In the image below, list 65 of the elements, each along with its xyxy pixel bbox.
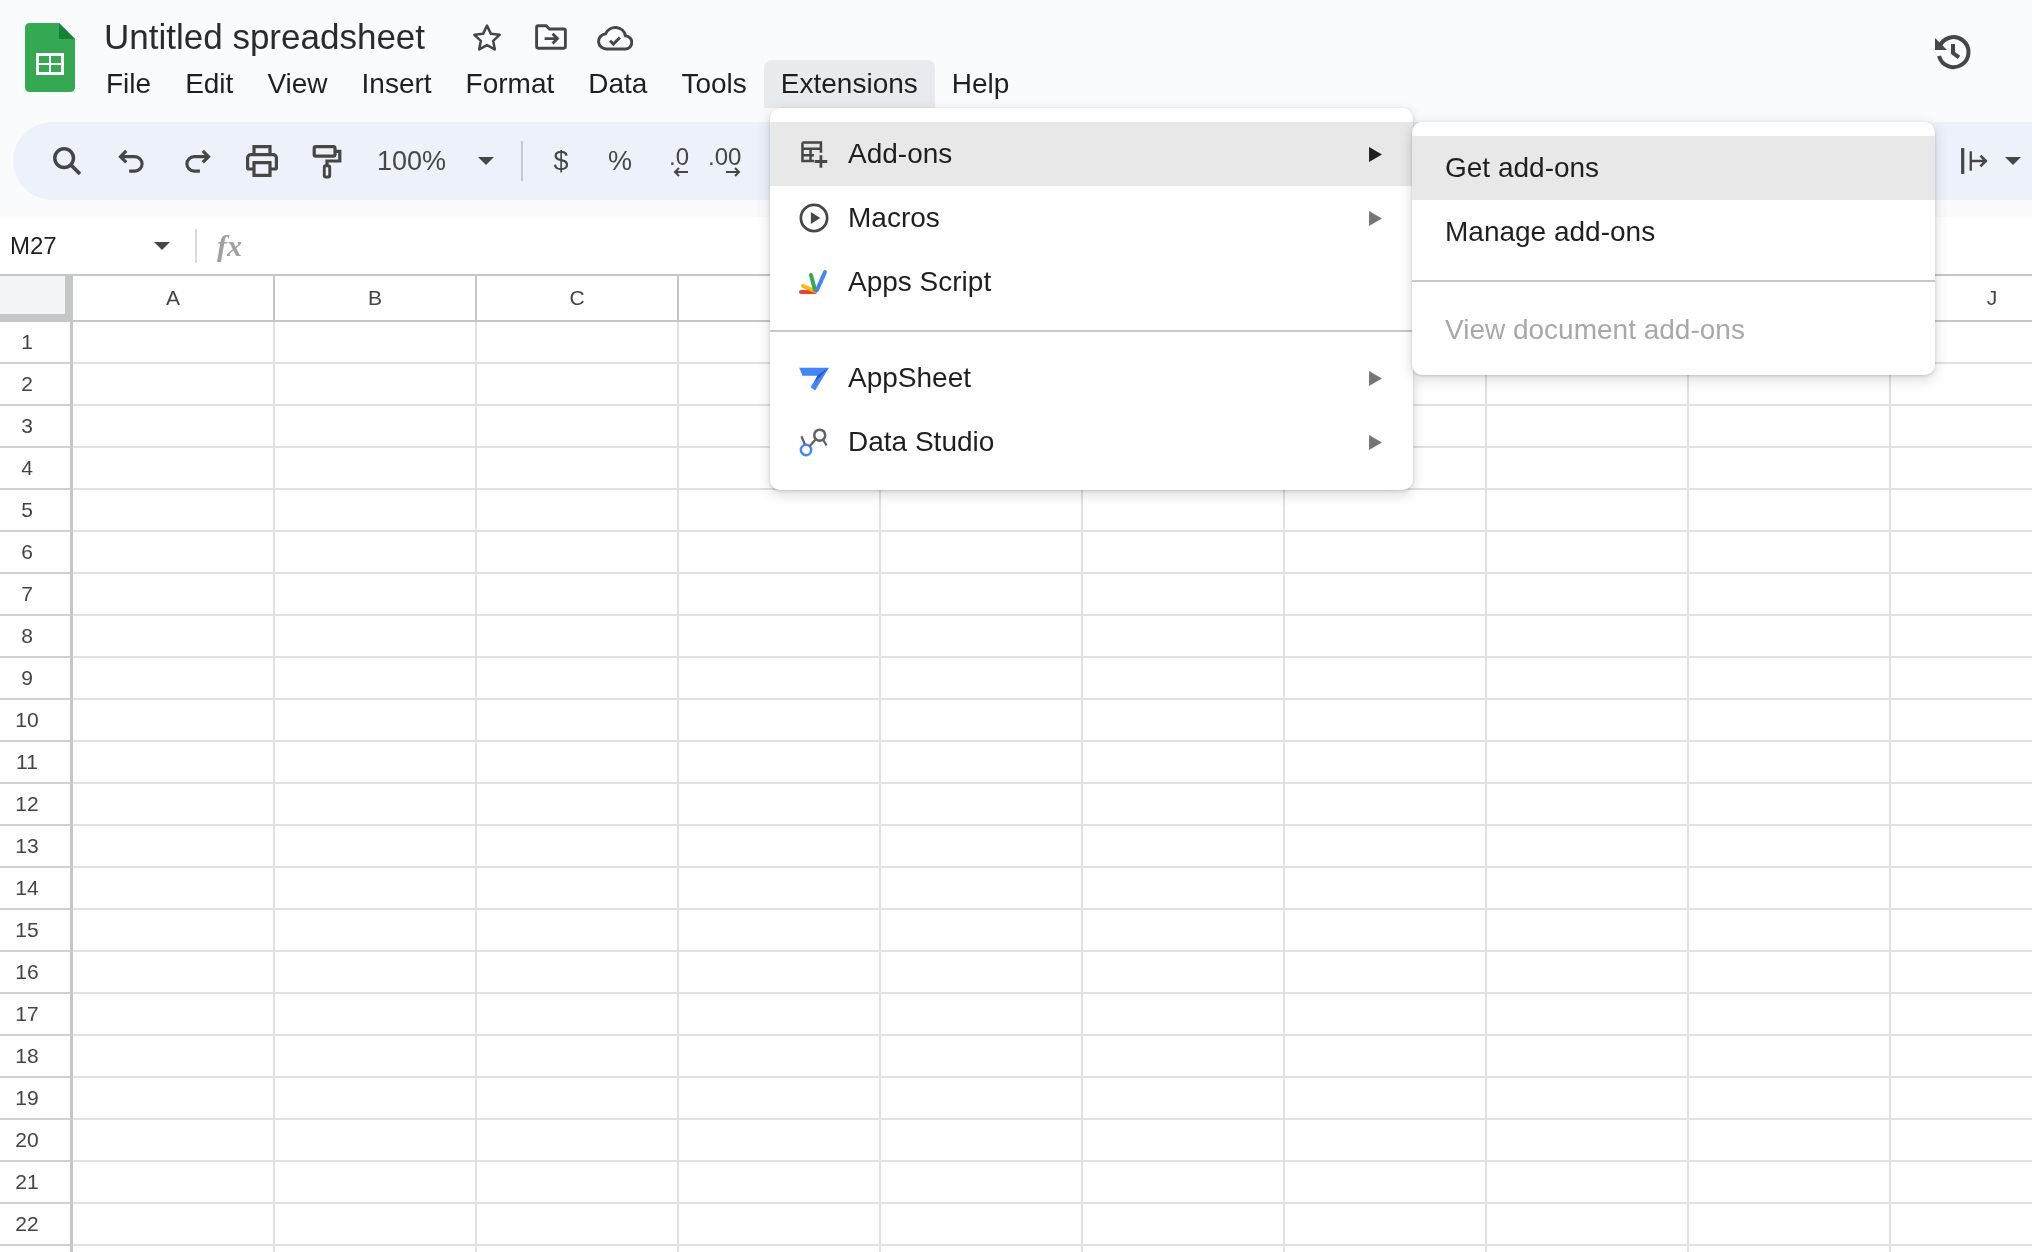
column-header[interactable]: B [275, 276, 477, 322]
menu-item[interactable]: Apps Script [770, 250, 1413, 314]
caret-icon [478, 157, 495, 165]
row-header[interactable]: 5 [0, 490, 73, 532]
caret-icon[interactable] [2005, 157, 2021, 165]
table-plus-icon [798, 139, 830, 169]
percent-button[interactable]: % [599, 137, 642, 185]
fan-icon [798, 267, 830, 297]
row-header[interactable]: 9 [0, 658, 73, 700]
row-header[interactable]: 12 [0, 784, 73, 826]
bar-arrow-icon[interactable] [1960, 147, 1988, 175]
menu-item[interactable]: AppSheet [770, 346, 1413, 410]
decrease-decimal-button[interactable]: .0 [668, 137, 691, 185]
document-title[interactable]: Untitled spreadsheet [104, 16, 426, 58]
menu-item[interactable]: Add-ons [770, 122, 1413, 186]
menu-item[interactable]: Data Studio [770, 410, 1413, 474]
arrow-left-icon [673, 167, 690, 177]
row-header[interactable]: 20 [0, 1120, 73, 1162]
caret-icon [154, 241, 170, 250]
row-header[interactable]: 4 [0, 448, 73, 490]
menu-bar-item[interactable]: File [89, 60, 169, 108]
row-header[interactable]: 17 [0, 994, 73, 1036]
row-header[interactable]: 6 [0, 532, 73, 574]
row-header[interactable]: 10 [0, 700, 73, 742]
row-header[interactable]: 7 [0, 574, 73, 616]
play-circle-icon [798, 203, 830, 233]
connected-circles-icon [798, 427, 830, 457]
arrow-right-icon [725, 167, 742, 177]
zoom-select[interactable]: 100% [368, 137, 505, 185]
row-header[interactable]: 14 [0, 868, 73, 910]
function-symbol: fx [217, 228, 242, 263]
row-header[interactable]: 8 [0, 616, 73, 658]
row-header[interactable]: 15 [0, 910, 73, 952]
menu-bar-item[interactable]: Extensions [763, 60, 935, 108]
row-header[interactable]: 18 [0, 1036, 73, 1078]
submenu-item[interactable]: Get add-ons [1412, 136, 1935, 200]
menu-bar-item[interactable]: Edit [168, 60, 251, 108]
row-header[interactable]: 1 [0, 322, 73, 364]
menu-bar-item[interactable]: View [250, 60, 345, 108]
row-header[interactable]: 22 [0, 1204, 73, 1246]
row-header[interactable]: 16 [0, 952, 73, 994]
cloud-check-icon[interactable] [597, 23, 634, 51]
row-header[interactable]: 11 [0, 742, 73, 784]
increase-decimal-button[interactable]: .00 [707, 137, 743, 185]
menu-bar-item[interactable]: Data [571, 60, 665, 108]
folder-arrow-icon[interactable] [535, 24, 568, 50]
star-icon[interactable] [473, 23, 502, 51]
spreadsheet-logo-icon[interactable] [25, 23, 75, 92]
menu-bar-item[interactable]: Tools [664, 60, 764, 108]
menu-bar-item[interactable]: Format [448, 60, 572, 108]
row-header[interactable]: 2 [0, 364, 73, 406]
column-header[interactable]: A [73, 276, 275, 322]
menu-bar-item[interactable]: Help [934, 60, 1027, 108]
row-header[interactable]: 3 [0, 406, 73, 448]
currency-button[interactable]: $ [540, 137, 583, 185]
name-box[interactable]: M27 [0, 225, 178, 266]
submenu-item[interactable]: Manage add-ons [1412, 200, 1935, 264]
row-header[interactable]: 21 [0, 1162, 73, 1204]
submenu-item: View document add-ons [1444, 313, 1746, 347]
row-header[interactable]: 19 [0, 1078, 73, 1120]
menu-item[interactable]: Macros [770, 186, 1413, 250]
column-header[interactable]: C [477, 276, 679, 322]
row-header[interactable]: 13 [0, 826, 73, 868]
menu-bar-item[interactable]: Insert [344, 60, 449, 108]
history-icon[interactable] [1933, 32, 1973, 72]
